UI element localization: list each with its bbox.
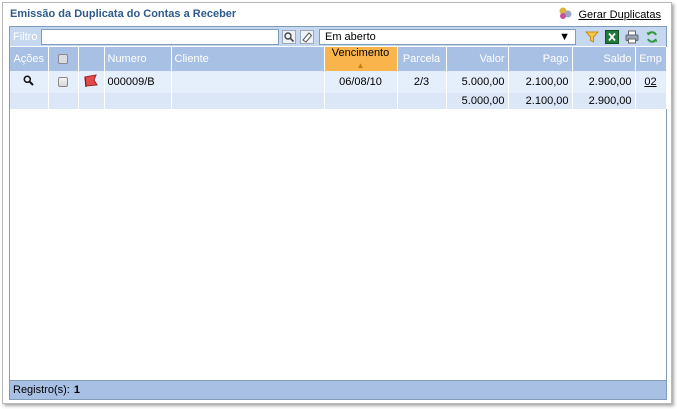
col-numero[interactable]: Numero xyxy=(104,47,172,71)
clear-filter-icon[interactable] xyxy=(299,29,315,45)
totals-empty xyxy=(10,93,49,109)
totals-empty xyxy=(104,93,172,109)
total-valor: 5.000,00 xyxy=(446,93,509,109)
toolbar xyxy=(582,29,660,45)
sort-asc-icon: ▲ xyxy=(356,61,365,70)
cell-saldo: 2.900,00 xyxy=(572,71,636,93)
select-all-checkbox[interactable] xyxy=(58,54,68,65)
window-frame: Emissão da Duplicata do Contas a Receber… xyxy=(2,2,672,404)
red-flag-icon xyxy=(83,73,99,91)
table-row[interactable]: 000009/B 06/08/10 2/3 5.000,00 2.100,00 … xyxy=(10,71,667,93)
cell-vencimento: 06/08/10 xyxy=(324,71,398,93)
total-pago: 2.100,00 xyxy=(508,93,573,109)
record-count-label: Registro(s): xyxy=(13,384,70,396)
table-header-row: Ações Numero Cliente Vencimento ▲ Parcel… xyxy=(10,47,667,71)
gerar-duplicatas-link[interactable]: Gerar Duplicatas xyxy=(558,6,661,23)
totals-empty xyxy=(171,93,325,109)
refresh-icon[interactable] xyxy=(644,29,660,45)
total-saldo: 2.900,00 xyxy=(572,93,636,109)
status-footer: Registro(s): 1 xyxy=(10,380,666,399)
totals-empty xyxy=(635,93,667,109)
cell-parcela: 2/3 xyxy=(397,71,447,93)
col-saldo[interactable]: Saldo xyxy=(572,47,636,71)
record-count-value: 1 xyxy=(73,384,80,396)
col-vencimento-label: Vencimento xyxy=(331,47,390,59)
col-valor[interactable]: Valor xyxy=(446,47,509,71)
status-select-value: Em aberto xyxy=(325,30,376,43)
totals-empty xyxy=(78,93,105,109)
gerar-duplicatas-label: Gerar Duplicatas xyxy=(578,8,661,21)
totals-row: 5.000,00 2.100,00 2.900,00 xyxy=(10,93,667,109)
row-flag-cell xyxy=(78,71,105,93)
print-icon[interactable] xyxy=(624,29,640,45)
cell-emp: 02 xyxy=(635,71,667,93)
cell-cliente xyxy=(171,71,325,93)
cell-valor: 5.000,00 xyxy=(446,71,509,93)
search-icon[interactable] xyxy=(281,29,297,45)
filter-label: Filtro xyxy=(13,30,38,43)
status-select[interactable]: Em aberto ▼ xyxy=(319,28,576,45)
dropdown-arrow-icon: ▼ xyxy=(559,30,570,43)
col-acoes: Ações xyxy=(10,47,49,71)
grid-panel: Filtro Em aberto ▼ Ações Numero Cliente … xyxy=(9,26,667,400)
col-parcela[interactable]: Parcela xyxy=(397,47,447,71)
excel-export-icon[interactable] xyxy=(604,29,620,45)
emp-link[interactable]: 02 xyxy=(644,76,656,88)
filter-bar: Filtro Em aberto ▼ xyxy=(10,27,666,47)
filter-input[interactable] xyxy=(41,28,279,45)
page-title: Emissão da Duplicata do Contas a Receber xyxy=(10,8,237,20)
totals-empty xyxy=(48,93,79,109)
col-cliente[interactable]: Cliente xyxy=(171,47,325,71)
view-details-icon[interactable] xyxy=(23,75,34,89)
filter-funnel-icon[interactable] xyxy=(584,29,600,45)
col-pago[interactable]: Pago xyxy=(508,47,573,71)
totals-empty xyxy=(397,93,447,109)
row-select-cell xyxy=(48,71,79,93)
col-vencimento[interactable]: Vencimento ▲ xyxy=(324,47,398,71)
receivables-table: Ações Numero Cliente Vencimento ▲ Parcel… xyxy=(10,47,667,109)
row-checkbox[interactable] xyxy=(58,77,68,88)
cell-pago: 2.100,00 xyxy=(508,71,573,93)
col-select-all[interactable] xyxy=(48,47,79,71)
generate-icon xyxy=(558,6,574,23)
row-actions-cell xyxy=(10,71,49,93)
totals-empty xyxy=(324,93,398,109)
col-flag xyxy=(78,47,105,71)
col-emp[interactable]: Emp xyxy=(635,47,667,71)
cell-numero: 000009/B xyxy=(104,71,172,93)
